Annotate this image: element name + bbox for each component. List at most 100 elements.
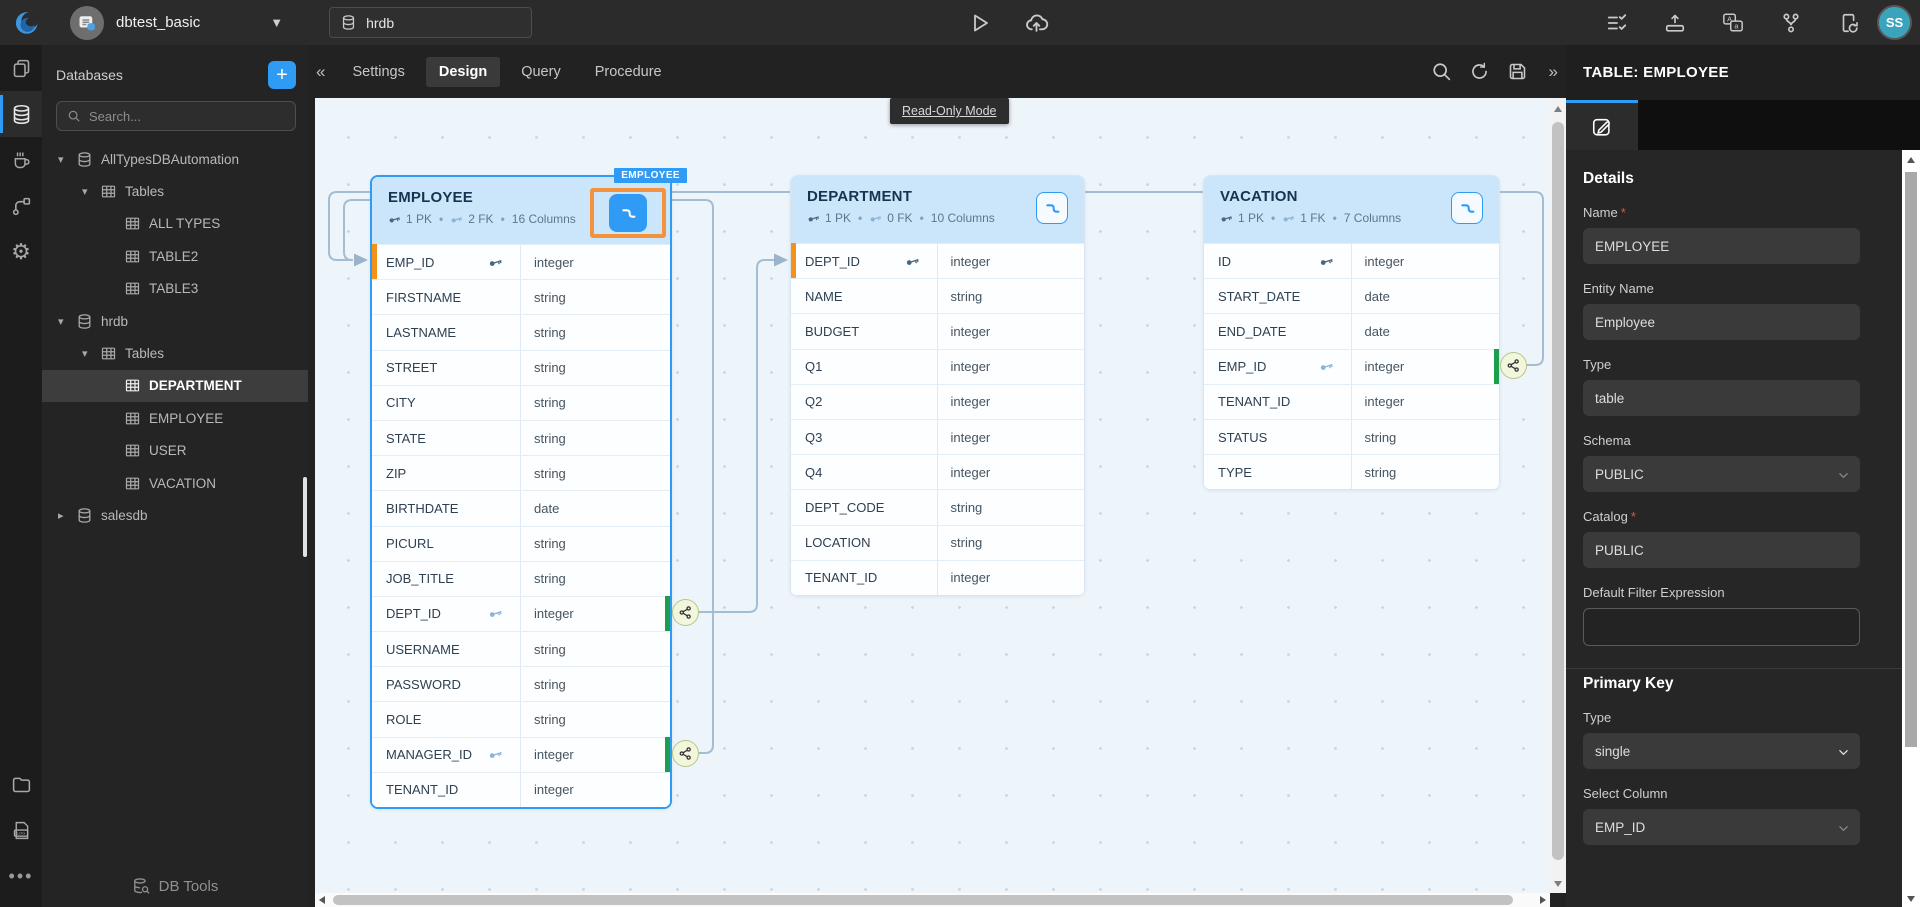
sidebar-item-vacation[interactable]: VACATION (42, 467, 308, 499)
relation-badge-manager-id[interactable] (672, 740, 699, 767)
diagram-search-icon[interactable] (1431, 61, 1452, 82)
column-row-status[interactable]: STATUSstring (1204, 419, 1499, 454)
tab-edit-table[interactable] (1566, 100, 1638, 150)
column-row-budget[interactable]: BUDGETinteger (791, 313, 1084, 348)
column-row-role[interactable]: ROLEstring (372, 701, 670, 736)
field-name-input[interactable]: EMPLOYEE (1583, 228, 1860, 264)
column-row-picurl[interactable]: PICURLstring (372, 526, 670, 561)
sidebar-item-all-types[interactable]: ALL TYPES (42, 208, 308, 240)
canvas-horizontal-scrollbar[interactable] (315, 893, 1550, 907)
column-row-tenant-id[interactable]: TENANT_IDinteger (1204, 384, 1499, 419)
erd-table-employee[interactable]: EMPLOYEEEMPLOYEE1 PK•2 FK•16 ColumnsEMP_… (370, 175, 672, 809)
column-row-emp-id[interactable]: EMP_IDinteger (372, 244, 670, 279)
column-row-street[interactable]: STREETstring (372, 350, 670, 385)
sidebar-item-employee[interactable]: EMPLOYEE (42, 402, 308, 434)
relation-badge-dept-id[interactable] (672, 599, 699, 626)
field-select-column-select[interactable]: EMP_ID (1583, 809, 1860, 845)
column-row-job-title[interactable]: JOB_TITLEstring (372, 561, 670, 596)
tab-settings[interactable]: Settings (339, 57, 417, 87)
field-type-input[interactable]: table (1583, 380, 1860, 416)
sidebar-item-salesdb[interactable]: ▸salesdb (42, 499, 308, 531)
sidebar-item-tables[interactable]: ▾Tables (42, 337, 308, 369)
connect-table-button[interactable] (1451, 192, 1483, 224)
translate-icon[interactable]: Aa (1722, 12, 1744, 34)
rail-folder-icon[interactable] (0, 761, 42, 807)
export-drive-icon[interactable] (1664, 12, 1686, 34)
field-default-filter-expression-input[interactable] (1583, 608, 1860, 646)
user-avatar[interactable]: SS (1877, 5, 1912, 40)
tab-design[interactable]: Design (426, 57, 500, 87)
sidebar-item-alltypesdbautomation[interactable]: ▾AllTypesDBAutomation (42, 143, 308, 175)
column-row-zip[interactable]: ZIPstring (372, 455, 670, 490)
column-row-q1[interactable]: Q1integer (791, 349, 1084, 384)
database-selector[interactable]: hrdb (329, 7, 532, 38)
field-schema-select[interactable]: PUBLIC (1583, 456, 1860, 492)
column-row-tenant-id[interactable]: TENANT_IDinteger (791, 560, 1084, 595)
caret-right-icon[interactable]: ▸ (58, 509, 74, 522)
add-database-button[interactable]: + (268, 61, 296, 89)
db-tools-button[interactable]: DB Tools (42, 865, 308, 907)
column-row-username[interactable]: USERNAMEstring (372, 631, 670, 666)
sidebar-item-tables[interactable]: ▾Tables (42, 175, 308, 207)
column-row-firstname[interactable]: FIRSTNAMEstring (372, 279, 670, 314)
connect-table-button[interactable] (609, 194, 647, 232)
column-row-dept-id[interactable]: DEPT_IDinteger (372, 596, 670, 631)
rail-databases-icon[interactable] (0, 91, 42, 137)
column-row-q4[interactable]: Q4integer (791, 454, 1084, 489)
column-row-name[interactable]: NAMEstring (791, 278, 1084, 313)
run-icon[interactable] (968, 11, 992, 35)
task-list-icon[interactable] (1606, 12, 1628, 34)
rail-files-icon[interactable] (0, 45, 42, 91)
sidebar-item-hrdb[interactable]: ▾hrdb (42, 305, 308, 337)
rail-more-icon[interactable]: ••• (0, 853, 42, 899)
column-row-q2[interactable]: Q2integer (791, 384, 1084, 419)
field-entity-name-input[interactable]: Employee (1583, 304, 1860, 340)
column-row-state[interactable]: STATEstring (372, 420, 670, 455)
share-fork-icon[interactable] (1780, 12, 1802, 34)
rail-settings-icon[interactable]: ⚙ (0, 229, 42, 275)
rail-log-icon[interactable]: LOG (0, 807, 42, 853)
column-row-manager-id[interactable]: MANAGER_IDinteger (372, 737, 670, 772)
refresh-icon[interactable] (1469, 61, 1490, 82)
device-sync-icon[interactable] (1838, 12, 1860, 34)
rail-coffee-icon[interactable] (0, 137, 42, 183)
column-row-end-date[interactable]: END_DATEdate (1204, 313, 1499, 348)
column-row-tenant-id[interactable]: TENANT_IDinteger (372, 772, 670, 807)
column-row-location[interactable]: LOCATIONstring (791, 525, 1084, 560)
column-row-emp-id[interactable]: EMP_IDinteger (1204, 349, 1499, 384)
caret-down-icon[interactable]: ▾ (82, 185, 98, 198)
field-catalog-input[interactable]: PUBLIC (1583, 532, 1860, 568)
erd-canvas[interactable]: Read-Only Mode EMPLOYEEEMPLOYEE1 PK•2 FK… (315, 98, 1550, 893)
sidebar-item-table3[interactable]: TABLE3 (42, 273, 308, 305)
rail-pipeline-icon[interactable] (0, 183, 42, 229)
column-row-type[interactable]: TYPEstring (1204, 454, 1499, 489)
collapse-sidebar-icon[interactable]: « (316, 62, 325, 82)
save-icon[interactable] (1507, 61, 1528, 82)
column-row-start-date[interactable]: START_DATEdate (1204, 278, 1499, 313)
tab-query[interactable]: Query (508, 57, 574, 87)
caret-down-icon[interactable]: ▾ (82, 347, 98, 360)
sidebar-item-user[interactable]: USER (42, 435, 308, 467)
panel-scrollbar[interactable] (1902, 150, 1920, 907)
caret-down-icon[interactable]: ▾ (58, 315, 74, 328)
caret-down-icon[interactable]: ▾ (58, 153, 74, 166)
erd-table-vacation[interactable]: VACATION1 PK•1 FK•7 ColumnsIDintegerSTAR… (1203, 175, 1500, 490)
column-row-dept-code[interactable]: DEPT_CODEstring (791, 489, 1084, 524)
sidebar-item-table2[interactable]: TABLE2 (42, 240, 308, 272)
connection-selector[interactable]: dbtest_basic ▼ (70, 6, 283, 40)
erd-table-department[interactable]: DEPARTMENT1 PK•0 FK•10 ColumnsDEPT_IDint… (790, 175, 1085, 596)
search-input[interactable] (89, 109, 269, 124)
canvas-vertical-scrollbar[interactable] (1550, 98, 1566, 893)
search-box[interactable] (56, 101, 296, 131)
connect-table-button[interactable] (1036, 192, 1068, 224)
column-row-dept-id[interactable]: DEPT_IDinteger (791, 243, 1084, 278)
column-row-birthdate[interactable]: BIRTHDATEdate (372, 490, 670, 525)
column-row-city[interactable]: CITYstring (372, 385, 670, 420)
column-row-password[interactable]: PASSWORDstring (372, 666, 670, 701)
sidebar-scrollbar[interactable] (303, 477, 307, 557)
column-row-q3[interactable]: Q3integer (791, 419, 1084, 454)
tab-procedure[interactable]: Procedure (582, 57, 675, 87)
sidebar-item-department[interactable]: DEPARTMENT (42, 370, 308, 402)
relation-badge-vacation-emp-id[interactable] (1500, 352, 1527, 379)
column-row-lastname[interactable]: LASTNAMEstring (372, 314, 670, 349)
